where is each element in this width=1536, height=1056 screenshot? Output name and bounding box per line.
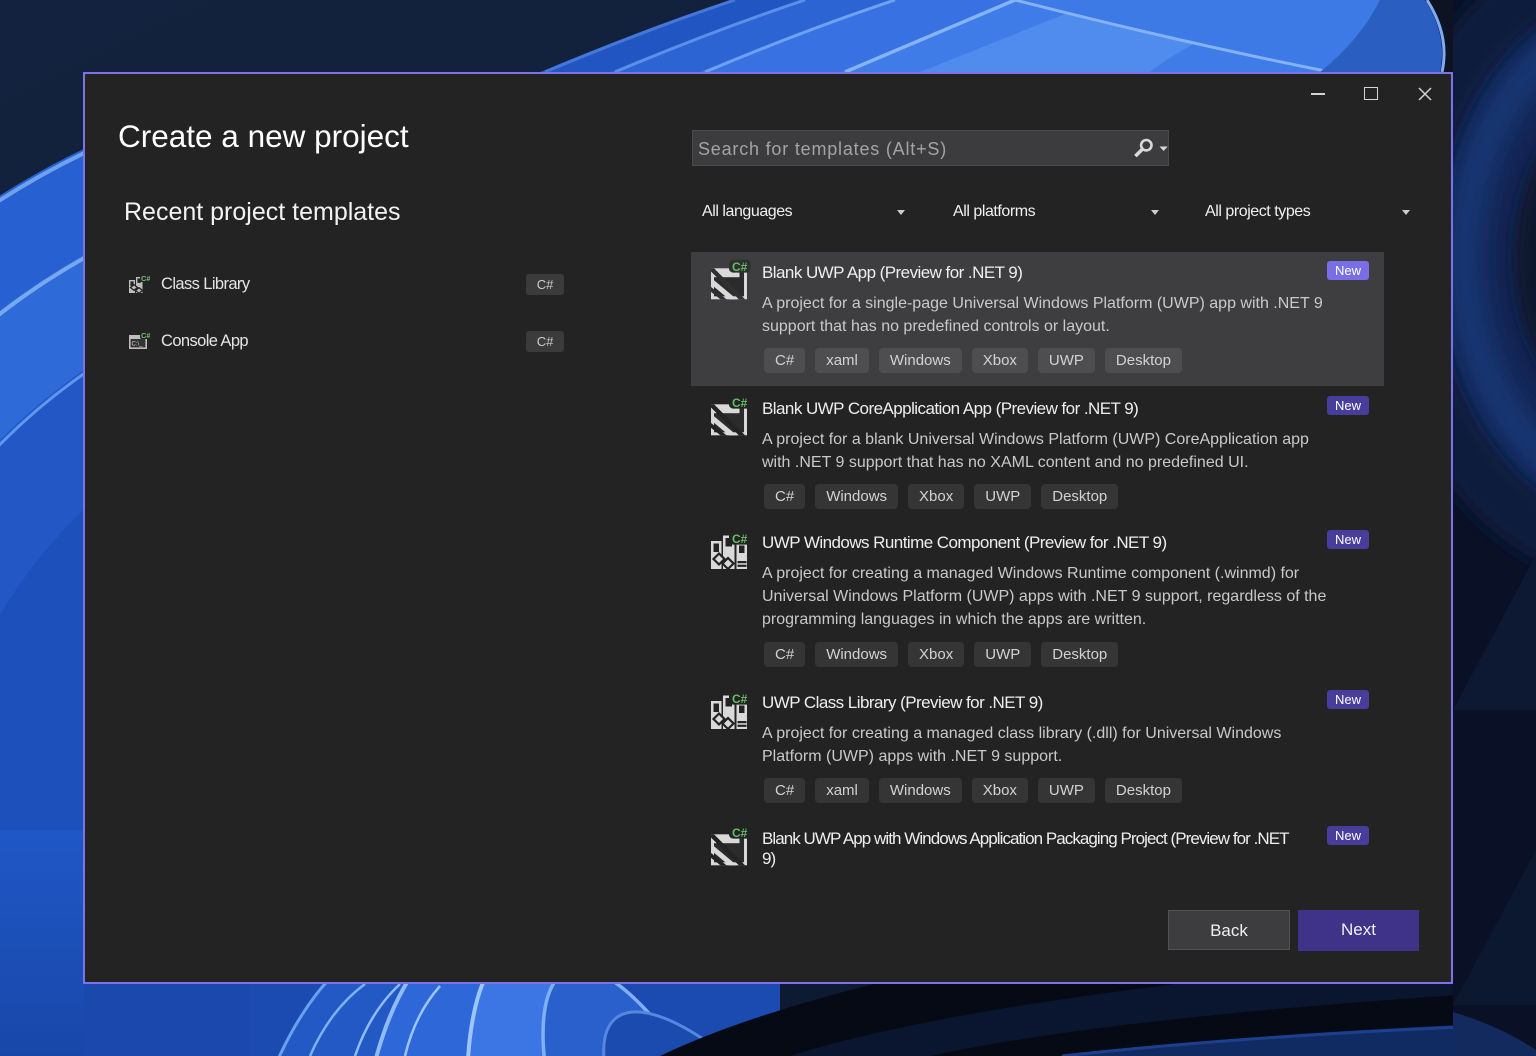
svg-text:C#: C#	[732, 396, 748, 410]
svg-text:C#: C#	[732, 260, 748, 274]
svg-text:C:\_: C:\_	[132, 342, 144, 348]
svg-text:C#: C#	[732, 532, 748, 546]
svg-text:C#: C#	[732, 692, 748, 706]
svg-text:C#: C#	[141, 331, 150, 340]
svg-text:C#: C#	[732, 826, 748, 840]
svg-text:C#: C#	[141, 274, 150, 283]
